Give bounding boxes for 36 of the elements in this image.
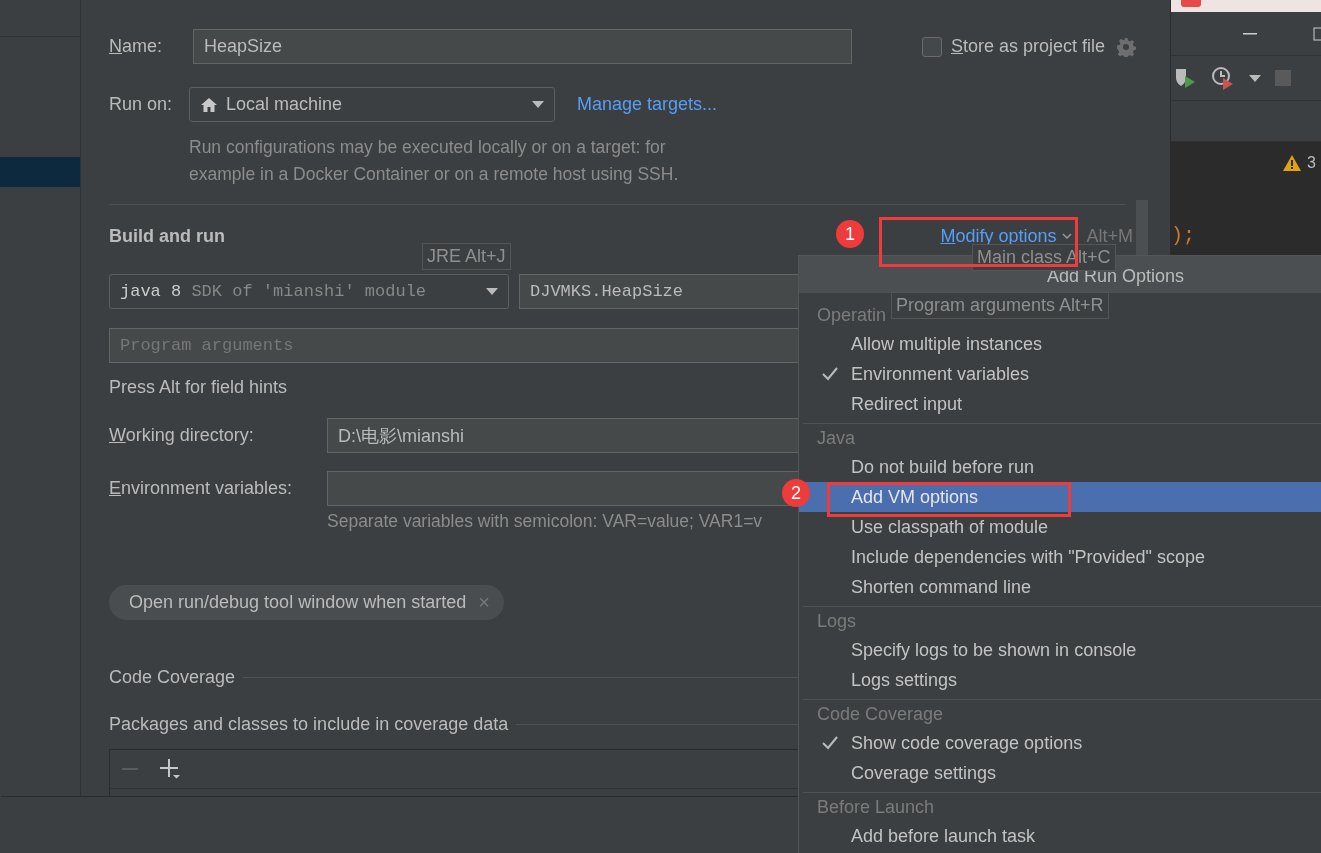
menu-item-label: Redirect input [851,393,963,415]
environment-variables-hint: Separate variables with semicolon: VAR=value; VAR1=v [327,510,763,533]
tooltip: JRE Alt+J [422,243,511,270]
tooltip: Program arguments Alt+R [891,292,1109,319]
menu-item-label: Do not build before run [851,456,1035,478]
menu-item-label: Coverage settings [851,762,997,784]
run-on-hint: Run configurations may be executed locally or on a target: for example in a Docker Container or on a remote host using SSH. [189,136,680,186]
menu-item-label: Show code coverage options [851,732,1083,754]
menu-item-label: Logs settings [851,669,958,691]
environment-variables-label: Environment variables: [109,478,294,499]
store-label: Store as project file [951,36,1106,57]
group-title: Operatin [817,304,887,326]
group-title: Java [817,427,856,449]
group-title: Before Launch [817,796,935,818]
packages-title: Packages and classes to include in coverage data [109,714,509,735]
field-hint: Press Alt for field hints [109,377,289,398]
section-title: Build and run [109,225,225,247]
group-title: Code Coverage [817,703,944,725]
code-coverage-title: Code Coverage [109,667,236,688]
menu-item-label: Add before launch task [851,825,1036,847]
menu-item-label: Environment variables [851,363,1030,385]
shortcut-text: Alt+M [1086,225,1133,247]
menu-item-label: Use classpath of module [851,516,1049,538]
step-number: 1 [836,220,864,248]
menu-item-label: Add VM options [851,486,979,508]
working-directory-label: Working directory: [109,425,255,446]
menu-item-label: Specify logs to be shown in console [851,639,1137,661]
menu-item-label: Include dependencies with "Provided" scope [851,546,1205,568]
chip-label: Open run/debug tool window when started [129,592,467,613]
group-title: Logs [817,610,857,632]
run-on-label: Run on: [109,94,174,115]
code-text: ); [1171,224,1195,247]
menu-item-label: Allow multiple instances [851,333,1043,355]
warning-count: 3 [1307,154,1316,172]
name-label: Name: [109,36,164,57]
menu-item-label: Shorten command line [851,576,1032,598]
